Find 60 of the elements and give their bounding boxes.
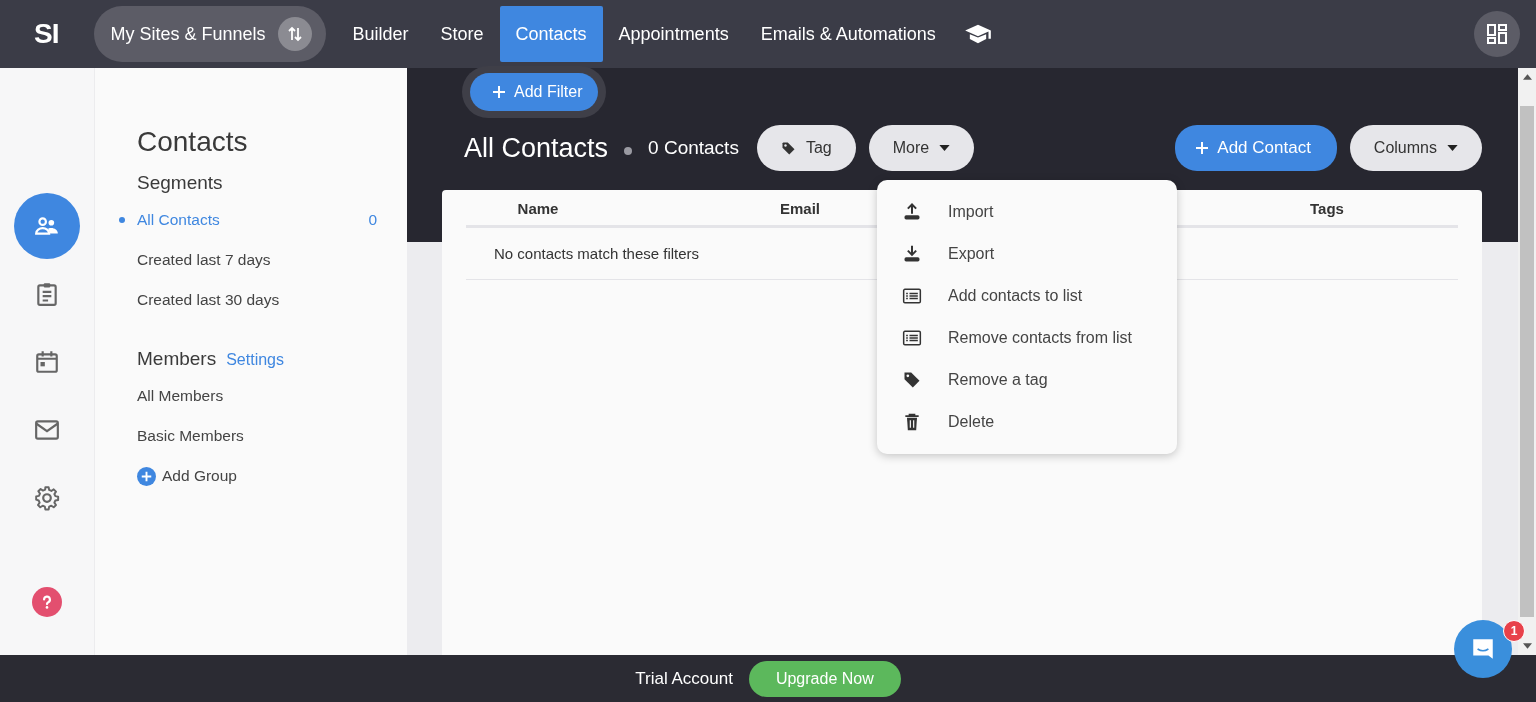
mail-icon	[34, 417, 60, 443]
tag-button[interactable]: Tag	[756, 125, 856, 171]
sidebar-title: Contacts	[137, 126, 248, 158]
menu-item[interactable]: Delete	[877, 401, 1177, 443]
list-icon	[902, 286, 922, 306]
scroll-down-icon	[1522, 643, 1532, 649]
page-title: All Contacts	[464, 132, 609, 164]
caret-icon	[1447, 145, 1458, 151]
section-heading: Segments	[137, 172, 223, 194]
menu-item[interactable]: Remove contacts from list	[877, 317, 1177, 359]
bullet-icon	[119, 217, 125, 223]
menu-item[interactable]: Export	[877, 233, 1177, 275]
dot-icon	[624, 147, 633, 155]
segment-item[interactable]: Created last 7 days	[137, 240, 383, 280]
menu-item[interactable]: Add contacts to list	[877, 275, 1177, 317]
calendar-icon	[34, 349, 60, 375]
trial-label: Trial Account	[635, 668, 733, 689]
chat-bubble-icon	[1470, 636, 1496, 662]
menu-item[interactable]: Remove a tag	[877, 359, 1177, 401]
caret-icon	[939, 145, 951, 151]
apps-button[interactable]	[1474, 11, 1520, 57]
list-icon	[902, 328, 922, 348]
clipboard-icon	[34, 281, 60, 307]
tag-icon	[780, 140, 796, 156]
segment-item[interactable]: Created last 30 days	[137, 280, 383, 320]
grid-icon	[1485, 22, 1509, 46]
logo[interactable]: SI	[34, 18, 59, 50]
contact-count: 0 Contacts	[648, 137, 739, 159]
upload-icon	[902, 202, 922, 222]
scrollbar[interactable]	[1518, 68, 1536, 655]
settings-link[interactable]: Settings	[226, 351, 284, 369]
nav-tab[interactable]: Emails & Automations	[744, 6, 952, 62]
section-heading: Members	[137, 348, 217, 370]
download-icon	[902, 244, 922, 264]
segment-item[interactable]: All Contacts 0	[137, 200, 383, 240]
member-group-item[interactable]: Basic Members	[137, 416, 383, 456]
scroll-thumb[interactable]	[1520, 106, 1534, 617]
columns-button[interactable]: Columns	[1349, 125, 1482, 171]
plus-icon	[1195, 141, 1210, 155]
tag-icon	[902, 370, 922, 390]
site-switcher[interactable]: My Sites & Funnels	[94, 6, 327, 62]
settings-icon	[34, 485, 60, 511]
nav-tab[interactable]: Contacts	[499, 6, 603, 62]
column-header[interactable]: Tags	[1196, 198, 1458, 217]
add-filter-button[interactable]: Add Filter	[470, 73, 599, 111]
help-button[interactable]	[32, 587, 62, 617]
column-header[interactable]: Name	[466, 198, 610, 217]
empty-message: No contacts match these filters	[494, 245, 700, 262]
more-button[interactable]: More	[868, 125, 975, 171]
trash-icon	[902, 412, 922, 432]
plus-circle-icon	[137, 466, 156, 486]
nav-tab[interactable]: Store	[424, 6, 500, 62]
nav-tab[interactable]: Appointments	[602, 6, 745, 62]
plus-icon	[492, 85, 506, 99]
scroll-up-icon	[1522, 74, 1532, 80]
nav-tab[interactable]: Builder	[336, 6, 425, 62]
add-group-link[interactable]: Add Group	[137, 456, 383, 496]
member-group-item[interactable]: All Members	[137, 376, 383, 416]
menu-item[interactable]: Import	[877, 191, 1177, 233]
add-contact-button[interactable]: Add Contact	[1175, 125, 1337, 171]
